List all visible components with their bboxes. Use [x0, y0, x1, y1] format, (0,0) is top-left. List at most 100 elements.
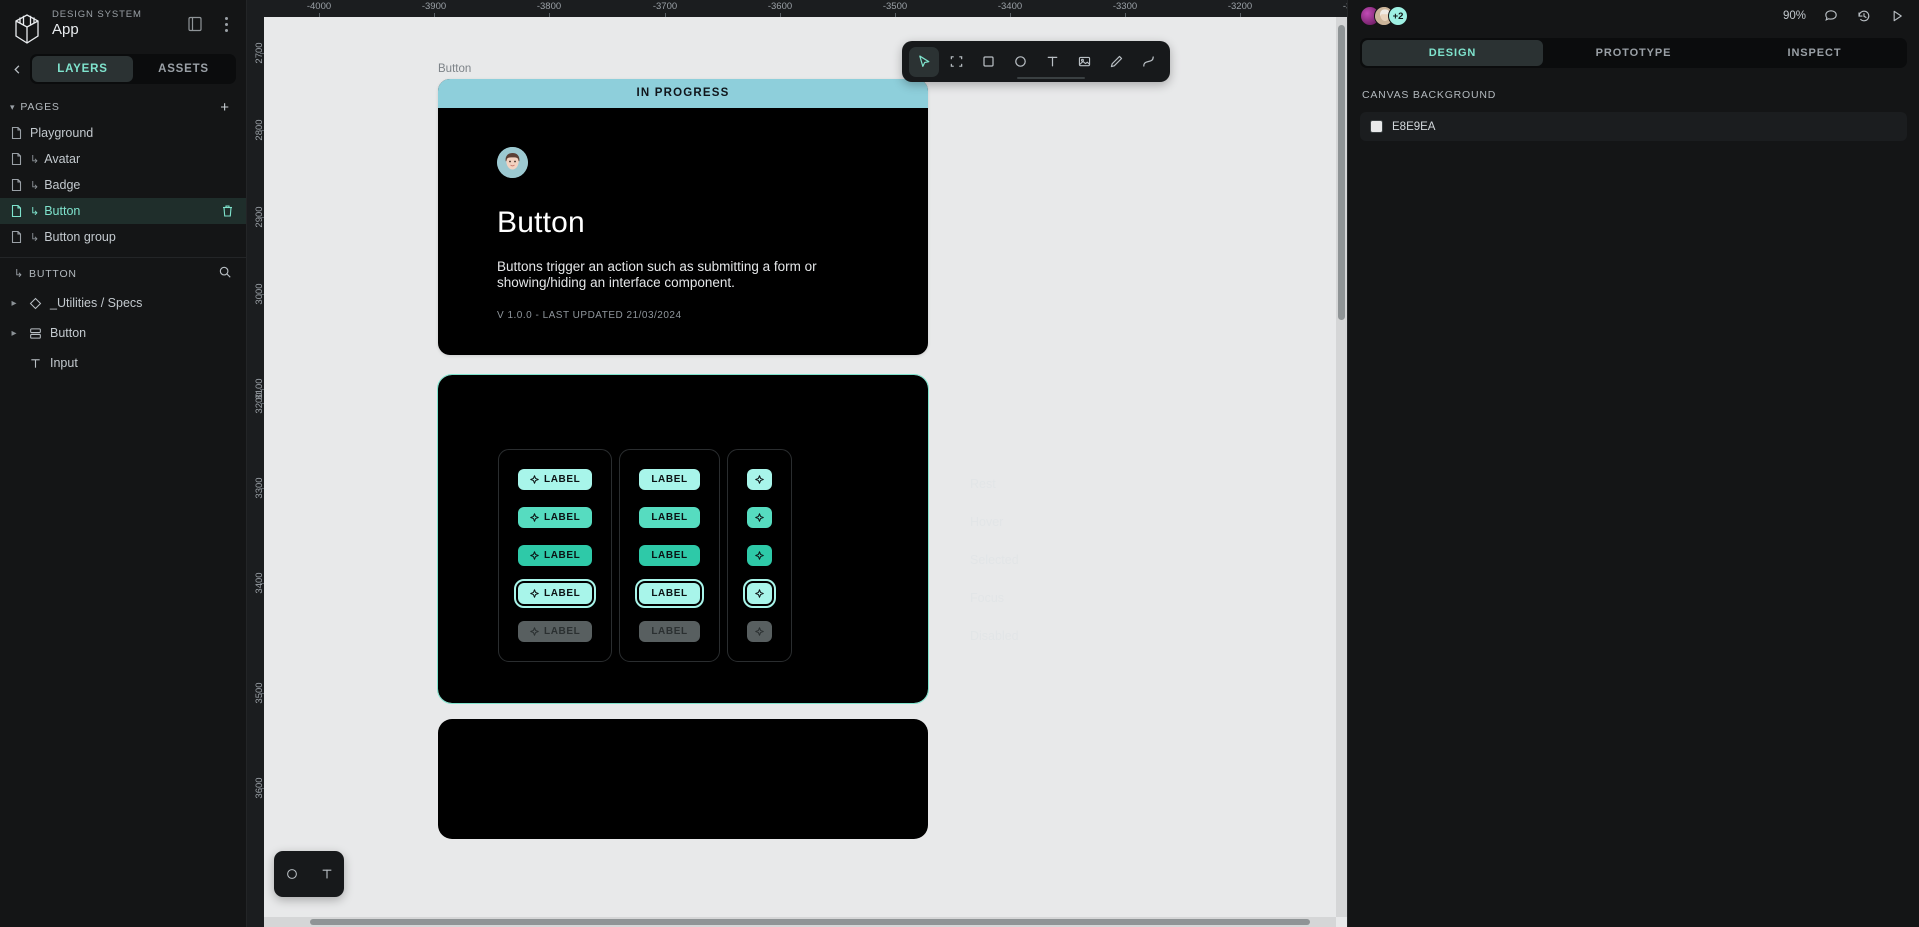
button-label: LABEL	[651, 626, 688, 637]
frame-tool-icon[interactable]	[941, 47, 971, 77]
color-swatch[interactable]	[1370, 120, 1383, 133]
pen-tool-icon[interactable]	[1101, 47, 1131, 77]
button-label-focus[interactable]: LABEL	[635, 579, 704, 608]
button-icon-selected[interactable]	[746, 545, 772, 566]
vertical-scrollbar[interactable]	[1336, 17, 1347, 917]
comment-tool-icon[interactable]	[280, 862, 304, 886]
variants-grid: LABEL LABEL LABEL LABEL LABEL LABEL LABE…	[498, 449, 792, 662]
sparkle-icon	[754, 551, 764, 560]
component-diamond-icon	[28, 296, 42, 310]
next-frame-card[interactable]	[438, 719, 928, 839]
right-panel-topbar: +2 90%	[1348, 2, 1919, 30]
canvas-background-row[interactable]: E8E9EA	[1360, 112, 1907, 141]
chevron-right-icon[interactable]: ▸	[8, 298, 20, 309]
document-icon	[10, 152, 23, 166]
add-page-button[interactable]: +	[216, 98, 234, 116]
chevron-right-icon[interactable]: ▸	[8, 328, 20, 339]
pages-section-header[interactable]: ▾ PAGES +	[0, 92, 246, 120]
layer-item-input[interactable]: Input	[0, 348, 246, 378]
toolbar-indicator	[1017, 76, 1085, 79]
ruler-tick-label: -3300	[1112, 1, 1138, 12]
button-icon-label-rest[interactable]: LABEL	[518, 469, 593, 490]
button-icon-label-hover[interactable]: LABEL	[518, 507, 593, 528]
button-icon-hover[interactable]	[746, 507, 772, 528]
button-icon-focus[interactable]	[742, 579, 776, 608]
comment-icon[interactable]	[1822, 8, 1839, 25]
vertical-ruler[interactable]: 2700 2800 2900 3000 3100 3200 3300 3400 …	[247, 17, 264, 927]
button-label-rest[interactable]: LABEL	[639, 469, 700, 490]
ruler-tick-label: -3800	[536, 1, 562, 12]
vertical-scrollbar-thumb[interactable]	[1338, 25, 1345, 320]
right-panel-controls: 90%	[1783, 8, 1905, 25]
component-title: Button	[497, 206, 585, 239]
zoom-level[interactable]: 90%	[1783, 10, 1806, 22]
canvas-area[interactable]: 0 -4000 -3900 -3800 -3700 -3600 -3500 -3…	[247, 0, 1347, 927]
page-item-playground[interactable]: Playground	[0, 120, 246, 146]
avatar-overflow[interactable]: +2	[1388, 6, 1408, 26]
tab-layers[interactable]: LAYERS	[32, 56, 133, 82]
button-label: LABEL	[651, 550, 688, 561]
cursor-tool-icon[interactable]	[909, 46, 939, 77]
ruler-tick-label: -3100	[1342, 1, 1347, 12]
state-label-focus: Focus	[970, 590, 1005, 605]
nested-arrow-icon: ↳	[30, 205, 40, 218]
variant-column-icon-only	[726, 449, 792, 662]
canvas-background-hex[interactable]: E8E9EA	[1392, 121, 1435, 133]
history-icon[interactable]	[1855, 8, 1872, 25]
button-icon-label-focus[interactable]: LABEL	[513, 579, 597, 608]
state-label-disabled: Disabled	[970, 628, 1019, 643]
search-layers-icon[interactable]	[216, 263, 234, 281]
path-tool-icon[interactable]	[1133, 47, 1163, 77]
document-icon	[10, 126, 23, 140]
layer-item-button[interactable]: ▸ Button	[0, 318, 246, 348]
ellipse-tool-icon[interactable]	[1005, 47, 1035, 77]
book-icon[interactable]	[186, 15, 204, 33]
ruler-tick-label: -3200	[1227, 1, 1253, 12]
more-options-icon[interactable]	[218, 15, 234, 33]
nested-arrow-icon: ↳	[30, 179, 40, 192]
horizontal-scrollbar[interactable]	[264, 917, 1336, 927]
delete-page-icon[interactable]	[221, 204, 234, 218]
sidebar-header: DESIGN SYSTEM App	[0, 0, 246, 54]
page-item-button[interactable]: ↳ Button	[0, 198, 246, 224]
right-panel-tabs: DESIGN PROTOTYPE INSPECT	[1360, 38, 1907, 68]
button-label-selected[interactable]: LABEL	[639, 545, 700, 566]
text-tool-icon[interactable]	[1037, 47, 1067, 77]
text-tool-icon[interactable]	[315, 862, 339, 886]
tab-prototype[interactable]: PROTOTYPE	[1543, 40, 1724, 66]
tab-assets[interactable]: ASSETS	[133, 56, 234, 82]
sparkle-icon	[754, 475, 764, 484]
tab-design[interactable]: DESIGN	[1362, 40, 1543, 66]
page-label: Button group	[44, 230, 116, 244]
sparkle-icon	[754, 589, 764, 598]
present-play-icon[interactable]	[1888, 8, 1905, 25]
ruler-tick-label: -3900	[421, 1, 447, 12]
button-label-hover[interactable]: LABEL	[639, 507, 700, 528]
collaborator-avatars: +2	[1360, 6, 1408, 26]
horizontal-scrollbar-thumb[interactable]	[310, 919, 1310, 925]
tab-inspect[interactable]: INSPECT	[1724, 40, 1905, 66]
chevron-left-icon[interactable]	[6, 56, 28, 82]
button-label-disabled: LABEL	[639, 621, 700, 642]
status-badge: IN PROGRESS	[438, 79, 928, 108]
layer-item-utilities-specs[interactable]: ▸ _Utilities / Specs	[0, 288, 246, 318]
canvas-surface[interactable]: Button IN PROGRESS Button Buttons trigge…	[264, 17, 1336, 917]
project-label: DESIGN SYSTEM	[52, 9, 142, 20]
image-tool-icon[interactable]	[1069, 47, 1099, 77]
button-icon-rest[interactable]	[746, 469, 772, 490]
button-icon-disabled	[746, 621, 772, 642]
page-item-button-group[interactable]: ↳ Button group	[0, 224, 246, 250]
component-intro-card[interactable]: IN PROGRESS Button Buttons trigger an ac…	[438, 79, 928, 355]
state-labels-column: Rest Hover Selected Focus Disabled	[970, 449, 1019, 645]
app-logo-icon	[12, 12, 42, 46]
page-item-badge[interactable]: ↳ Badge	[0, 172, 246, 198]
rectangle-tool-icon[interactable]	[973, 47, 1003, 77]
state-label-hover: Hover	[970, 514, 1004, 529]
button-states-card[interactable]: LABEL LABEL LABEL LABEL LABEL LABEL LABE…	[437, 374, 1019, 704]
page-label: Button	[44, 204, 81, 218]
button-icon-label-selected[interactable]: LABEL	[518, 545, 593, 566]
page-item-avatar[interactable]: ↳ Avatar	[0, 146, 246, 172]
sparkle-icon	[754, 627, 764, 636]
frame-name-label[interactable]: Button	[438, 63, 471, 75]
horizontal-ruler[interactable]: 0 -4000 -3900 -3800 -3700 -3600 -3500 -3…	[247, 0, 1347, 17]
